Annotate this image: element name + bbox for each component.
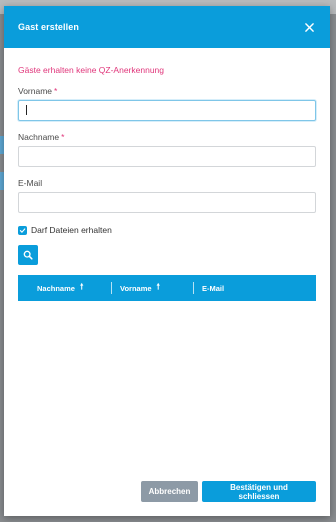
- close-icon-glyph: [304, 22, 314, 32]
- dialog-body: Gäste erhalten keine QZ-Anerkennung Vorn…: [4, 48, 330, 516]
- search-button[interactable]: [18, 245, 38, 265]
- firstname-label: Vorname *: [18, 86, 316, 96]
- search-icon: [23, 250, 33, 260]
- dialog-header: Gast erstellen: [4, 6, 330, 48]
- email-input[interactable]: [18, 192, 316, 213]
- guest-table-body: [18, 301, 316, 313]
- required-mark: *: [61, 132, 65, 142]
- check-icon: [19, 227, 26, 233]
- dialog-title: Gast erstellen: [18, 22, 79, 32]
- close-icon[interactable]: [302, 20, 316, 34]
- warning-text: Gäste erhalten keine QZ-Anerkennung: [18, 65, 165, 75]
- dialog-footer: Abbrechen Bestätigen und schliessen: [141, 481, 316, 502]
- column-header-label: Vorname: [120, 283, 152, 293]
- confirm-and-close-button[interactable]: Bestätigen und schliessen: [202, 481, 316, 502]
- required-mark: *: [54, 86, 58, 96]
- firstname-wrapper: [18, 100, 316, 121]
- create-guest-dialog: Gast erstellen Gäste erhalten keine QZ-A…: [4, 6, 330, 516]
- allow-files-label: Darf Dateien erhalten: [31, 225, 112, 235]
- column-header-firstname[interactable]: Vorname 🠕: [111, 282, 193, 294]
- column-header-email[interactable]: E-Mail: [193, 282, 316, 294]
- text-caret: [26, 105, 27, 115]
- lastname-input[interactable]: [18, 146, 316, 167]
- column-header-label: Nachname: [37, 283, 75, 293]
- lastname-label: Nachname *: [18, 132, 316, 142]
- column-header-lastname[interactable]: Nachname 🠕: [18, 275, 111, 301]
- firstname-label-text: Vorname: [18, 86, 53, 96]
- sort-up-icon: 🠕: [79, 282, 84, 291]
- allow-files-row[interactable]: Darf Dateien erhalten: [18, 225, 316, 235]
- lastname-label-text: Nachname: [18, 132, 60, 142]
- firstname-input[interactable]: [18, 100, 316, 121]
- allow-files-checkbox[interactable]: [18, 225, 27, 235]
- guest-table-header: Nachname 🠕 Vorname 🠕 E-Mail: [18, 275, 316, 301]
- cancel-button[interactable]: Abbrechen: [141, 481, 198, 502]
- email-label: E-Mail: [18, 178, 43, 188]
- sort-up-icon: 🠕: [156, 282, 160, 291]
- column-header-label: E-Mail: [202, 283, 225, 293]
